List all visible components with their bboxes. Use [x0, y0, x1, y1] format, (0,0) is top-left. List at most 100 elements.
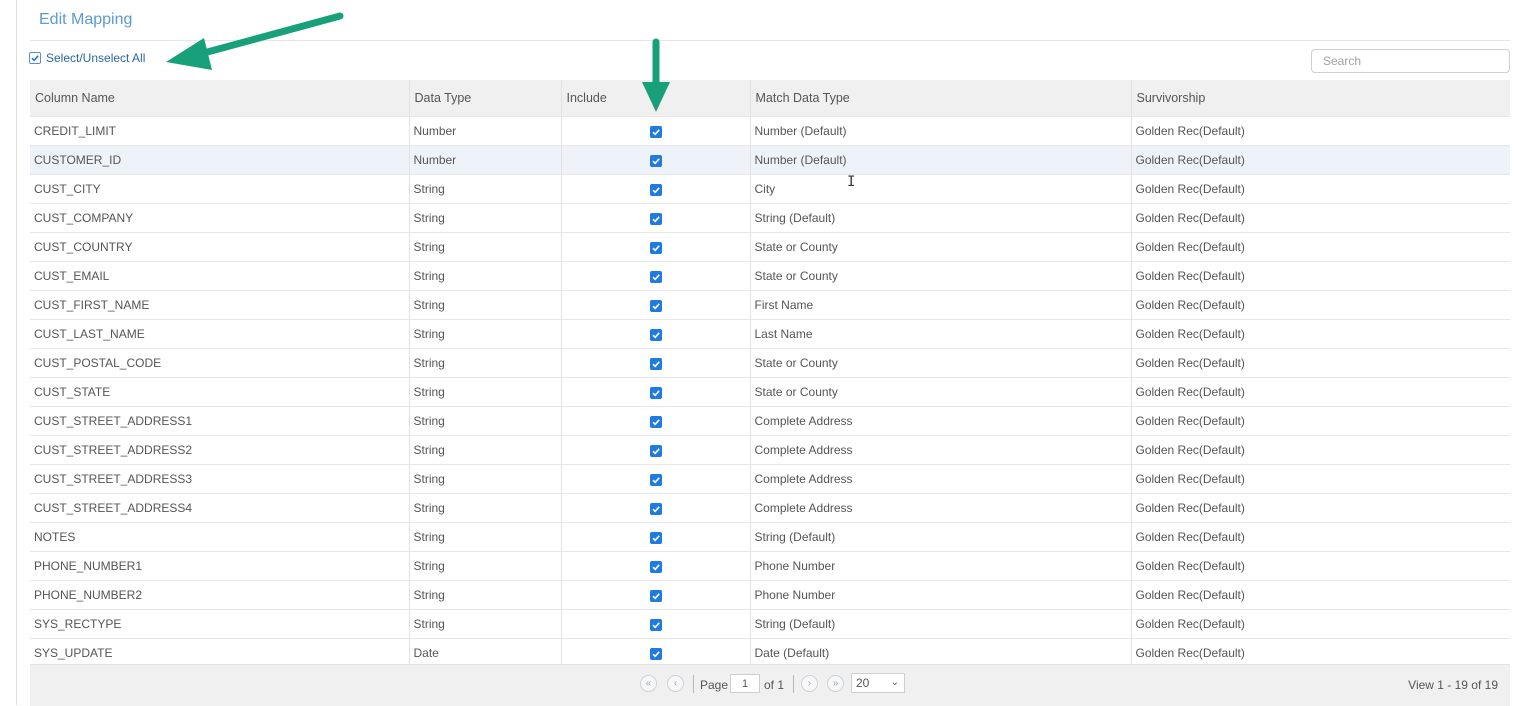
- survivorship-cell[interactable]: Golden Rec(Default): [1130, 464, 1510, 494]
- include-checkbox[interactable]: [649, 212, 662, 225]
- match-data-type-cell[interactable]: String (Default): [749, 522, 1131, 552]
- check-icon: [651, 390, 660, 397]
- include-checkbox[interactable]: [649, 531, 662, 544]
- table-row[interactable]: CUST_CITY String City Golden Rec(Default): [30, 174, 1510, 204]
- table-row[interactable]: SYS_RECTYPE String String (Default) Golden …: [30, 609, 1510, 639]
- match-data-type-cell[interactable]: Number (Default): [749, 145, 1131, 175]
- page-size-select[interactable]: 20 ⌄: [851, 673, 905, 693]
- table-row[interactable]: NOTES String String (Default) Golden Rec(De…: [30, 522, 1510, 552]
- col-header-column-name[interactable]: Column Name: [30, 80, 409, 117]
- table-row[interactable]: PHONE_NUMBER1 String Phone Number Golden Re…: [30, 551, 1510, 581]
- col-header-include[interactable]: Include: [560, 80, 750, 117]
- match-data-type-cell[interactable]: Phone Number: [749, 580, 1131, 610]
- survivorship-cell[interactable]: Golden Rec(Default): [1130, 609, 1510, 639]
- table-row[interactable]: CUST_STREET_ADDRESS2 String Complete Addre…: [30, 435, 1510, 465]
- include-checkbox[interactable]: [649, 357, 662, 370]
- survivorship-cell[interactable]: Golden Rec(Default): [1130, 145, 1510, 175]
- include-checkbox[interactable]: [649, 241, 662, 254]
- next-page-button[interactable]: ›: [801, 675, 818, 692]
- table-row[interactable]: CUST_LAST_NAME String Last Name Golden Rec(…: [30, 319, 1510, 349]
- survivorship-cell[interactable]: Golden Rec(Default): [1130, 319, 1510, 349]
- match-data-type-cell[interactable]: First Name: [749, 290, 1131, 320]
- survivorship-cell[interactable]: Golden Rec(Default): [1130, 493, 1510, 523]
- col-header-match-data-type[interactable]: Match Data Type: [749, 80, 1131, 117]
- match-data-type-cell[interactable]: String (Default): [749, 609, 1131, 639]
- survivorship-cell[interactable]: Golden Rec(Default): [1130, 580, 1510, 610]
- survivorship-cell[interactable]: Golden Rec(Default): [1130, 638, 1510, 667]
- data-type-cell: String: [408, 348, 561, 378]
- table-row[interactable]: CUST_POSTAL_CODE String State or County Gol…: [30, 348, 1510, 378]
- table-row[interactable]: CUST_EMAIL String State or County Golden Re…: [30, 261, 1510, 291]
- match-data-type-cell[interactable]: Date (Default): [749, 638, 1131, 667]
- table-row[interactable]: CREDIT_LIMIT Number Number (Default) Golden…: [30, 116, 1510, 146]
- survivorship-cell[interactable]: Golden Rec(Default): [1130, 116, 1510, 146]
- select-all-checkbox[interactable]: [29, 52, 41, 64]
- include-checkbox[interactable]: [649, 154, 662, 167]
- include-cell: [560, 261, 750, 291]
- survivorship-cell[interactable]: Golden Rec(Default): [1130, 261, 1510, 291]
- table-row[interactable]: CUST_STREET_ADDRESS4 String Complete Addre…: [30, 493, 1510, 523]
- include-checkbox[interactable]: [649, 589, 662, 602]
- match-data-type-cell[interactable]: Complete Address: [749, 406, 1131, 436]
- include-cell: [560, 406, 750, 436]
- pager-separator: [693, 675, 694, 693]
- match-data-type-cell[interactable]: State or County: [749, 348, 1131, 378]
- page-number-input[interactable]: [730, 674, 760, 693]
- prev-page-button[interactable]: ‹: [667, 675, 684, 692]
- include-checkbox[interactable]: [649, 125, 662, 138]
- column-name-cell: CUST_STATE: [30, 377, 409, 407]
- survivorship-cell[interactable]: Golden Rec(Default): [1130, 406, 1510, 436]
- check-icon: [651, 216, 660, 223]
- table-row[interactable]: CUST_STATE String State or County Golden Re…: [30, 377, 1510, 407]
- survivorship-cell[interactable]: Golden Rec(Default): [1130, 348, 1510, 378]
- select-all-toggle[interactable]: Select/Unselect All: [29, 51, 145, 65]
- table-row[interactable]: SYS_UPDATE Date Date (Default) Golden Rec(D…: [30, 638, 1510, 667]
- search-input[interactable]: [1311, 49, 1510, 73]
- include-checkbox[interactable]: [649, 444, 662, 457]
- include-checkbox[interactable]: [649, 415, 662, 428]
- match-data-type-cell[interactable]: Complete Address: [749, 464, 1131, 494]
- include-cell: [560, 522, 750, 552]
- include-checkbox[interactable]: [649, 299, 662, 312]
- match-data-type-cell[interactable]: String (Default): [749, 203, 1131, 233]
- match-data-type-cell[interactable]: State or County: [749, 261, 1131, 291]
- survivorship-cell[interactable]: Golden Rec(Default): [1130, 551, 1510, 581]
- include-checkbox[interactable]: [649, 328, 662, 341]
- include-checkbox[interactable]: [649, 386, 662, 399]
- survivorship-cell[interactable]: Golden Rec(Default): [1130, 290, 1510, 320]
- table-row[interactable]: CUST_STREET_ADDRESS3 String Complete Addre…: [30, 464, 1510, 494]
- chevron-down-icon: ⌄: [890, 677, 899, 688]
- table-row[interactable]: CUST_COMPANY String String (Default) Golden…: [30, 203, 1510, 233]
- col-header-data-type[interactable]: Data Type: [408, 80, 561, 117]
- include-checkbox[interactable]: [649, 473, 662, 486]
- table-row[interactable]: CUST_COUNTRY String State or County Golden …: [30, 232, 1510, 262]
- survivorship-cell[interactable]: Golden Rec(Default): [1130, 203, 1510, 233]
- data-type-cell: String: [408, 203, 561, 233]
- survivorship-cell[interactable]: Golden Rec(Default): [1130, 174, 1510, 204]
- survivorship-cell[interactable]: Golden Rec(Default): [1130, 435, 1510, 465]
- include-checkbox[interactable]: [649, 270, 662, 283]
- survivorship-cell[interactable]: Golden Rec(Default): [1130, 377, 1510, 407]
- match-data-type-cell[interactable]: State or County: [749, 377, 1131, 407]
- table-row[interactable]: PHONE_NUMBER2 String Phone Number Golden Re…: [30, 580, 1510, 610]
- last-page-button[interactable]: »: [827, 675, 844, 692]
- match-data-type-cell[interactable]: Last Name: [749, 319, 1131, 349]
- match-data-type-cell[interactable]: City: [749, 174, 1131, 204]
- survivorship-cell[interactable]: Golden Rec(Default): [1130, 522, 1510, 552]
- survivorship-cell[interactable]: Golden Rec(Default): [1130, 232, 1510, 262]
- include-checkbox[interactable]: [649, 502, 662, 515]
- table-row[interactable]: CUST_STREET_ADDRESS1 String Complete Addre…: [30, 406, 1510, 436]
- include-checkbox[interactable]: [649, 618, 662, 631]
- match-data-type-cell[interactable]: Number (Default): [749, 116, 1131, 146]
- match-data-type-cell[interactable]: State or County: [749, 232, 1131, 262]
- include-checkbox[interactable]: [649, 647, 662, 660]
- first-page-button[interactable]: «: [640, 675, 657, 692]
- include-checkbox[interactable]: [649, 560, 662, 573]
- table-row[interactable]: CUST_FIRST_NAME String First Name Golden Re…: [30, 290, 1510, 320]
- match-data-type-cell[interactable]: Complete Address: [749, 493, 1131, 523]
- match-data-type-cell[interactable]: Phone Number: [749, 551, 1131, 581]
- table-row[interactable]: CUSTOMER_ID Number Number (Default) Golden …: [30, 145, 1510, 175]
- match-data-type-cell[interactable]: Complete Address: [749, 435, 1131, 465]
- col-header-survivorship[interactable]: Survivorship: [1130, 80, 1510, 117]
- include-checkbox[interactable]: [649, 183, 662, 196]
